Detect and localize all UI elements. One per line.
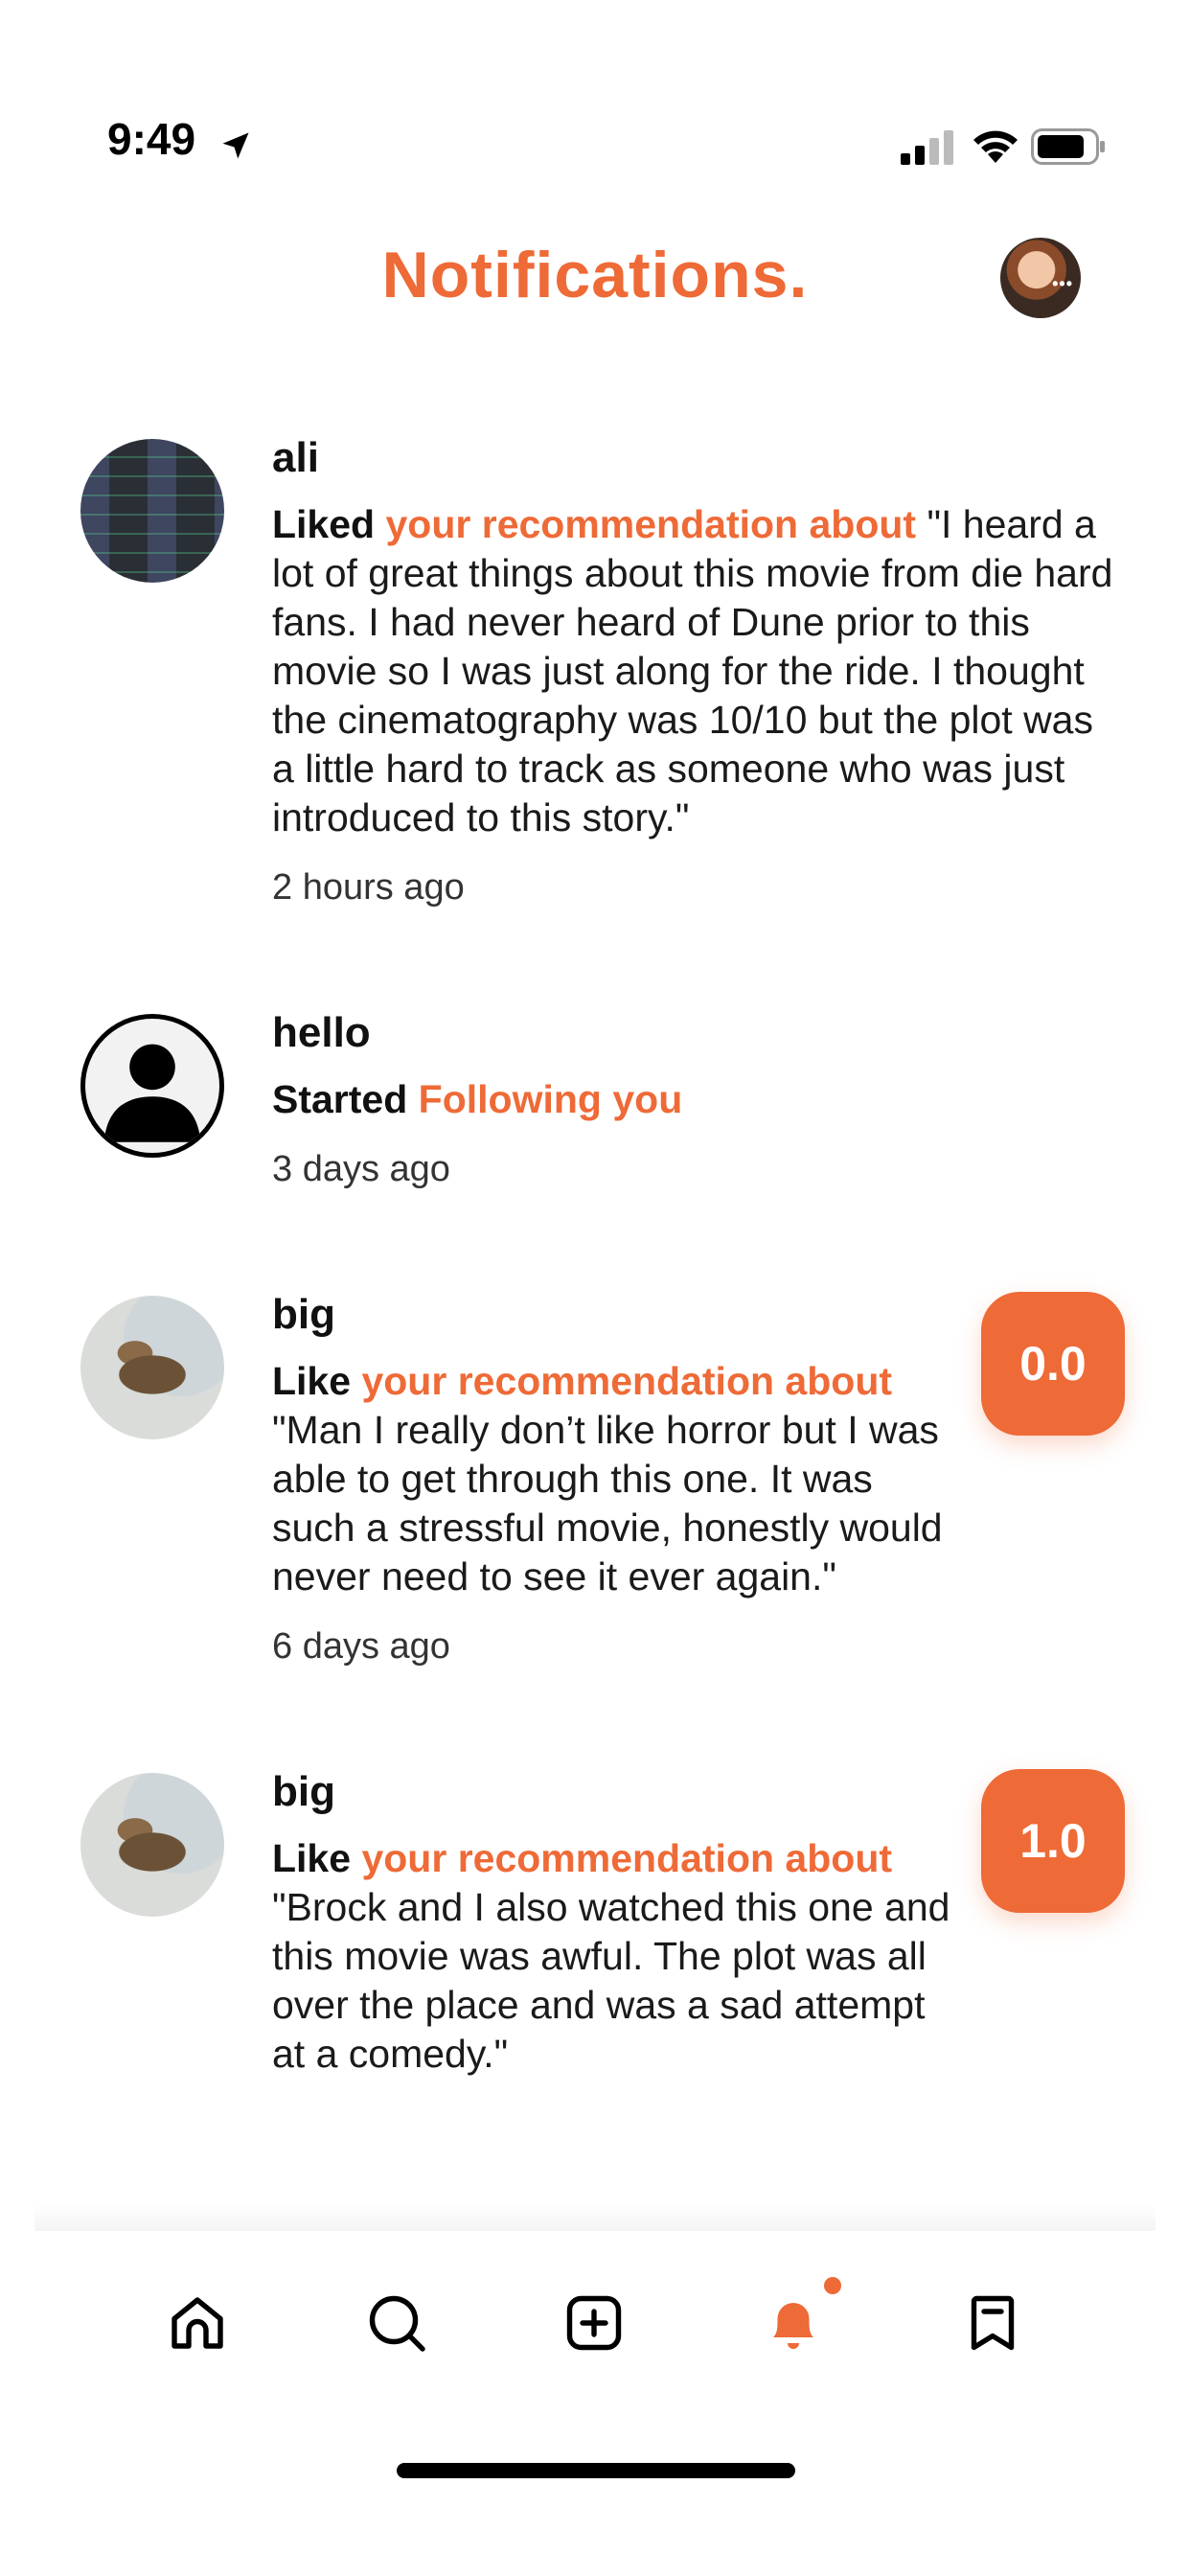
status-time: 9:49 — [107, 114, 196, 164]
notification-action: Like — [272, 1836, 352, 1880]
more-icon: ••• — [1052, 274, 1073, 293]
user-avatar[interactable] — [80, 1296, 224, 1439]
notification-item[interactable]: hello Started Following you 3 days ago — [0, 1004, 1190, 1190]
notification-message: Like your recommendation about "Man I re… — [272, 1357, 960, 1601]
recommendation-link[interactable]: your recommendation about — [361, 1359, 892, 1403]
tab-bar-divider — [34, 2204, 1156, 2233]
location-arrow-icon — [222, 132, 249, 159]
home-icon — [172, 2297, 223, 2349]
tab-home[interactable] — [163, 2288, 232, 2358]
recommendation-text: "I heard a lot of great things about thi… — [272, 502, 1113, 840]
profile-avatar[interactable]: ••• — [1000, 238, 1081, 318]
notification-time: 6 days ago — [272, 1626, 450, 1667]
recommendation-link[interactable]: your recommendation about — [361, 1836, 892, 1880]
tab-add[interactable] — [560, 2288, 629, 2358]
status-bar: 9:49 — [0, 0, 1190, 165]
notification-action: Started — [272, 1077, 408, 1121]
notification-message: Liked your recommendation about "I heard… — [272, 500, 1113, 842]
notification-message: Started Following you — [272, 1075, 1113, 1124]
notification-item[interactable]: big Like your recommendation about "Broc… — [0, 1763, 1190, 2079]
bookmark-icon — [971, 2295, 1015, 2351]
notification-item[interactable]: ali Liked your recommendation about "I h… — [0, 429, 1190, 908]
follow-link[interactable]: Following you — [419, 1077, 683, 1121]
notification-username[interactable]: ali — [272, 429, 1113, 487]
battery-icon — [1031, 128, 1105, 165]
notification-username[interactable]: big — [272, 1286, 960, 1344]
cellular-signal-icon — [901, 130, 953, 165]
user-avatar[interactable] — [80, 1014, 224, 1158]
score-badge[interactable]: 0.0 — [981, 1292, 1125, 1436]
bell-icon — [773, 2303, 813, 2349]
tab-bookmarks[interactable] — [958, 2288, 1027, 2358]
user-avatar[interactable] — [80, 439, 224, 583]
notification-username[interactable]: big — [272, 1763, 960, 1821]
home-indicator — [397, 2463, 795, 2478]
notification-time: 2 hours ago — [272, 867, 465, 908]
add-icon — [566, 2295, 622, 2351]
notification-action: Liked — [272, 502, 376, 546]
default-person-icon — [103, 1044, 201, 1142]
wifi-icon — [973, 130, 1018, 163]
notification-time: 3 days ago — [272, 1149, 450, 1189]
recommendation-link[interactable]: your recommendation about — [386, 502, 917, 546]
recommendation-text: "Man I really don’t like horror but I wa… — [272, 1408, 943, 1598]
score-badge[interactable]: 1.0 — [981, 1769, 1125, 1913]
tab-notifications[interactable] — [759, 2288, 828, 2358]
notification-message: Like your recommendation about "Brock an… — [272, 1834, 960, 2079]
tab-bar — [0, 2231, 1190, 2576]
tab-search[interactable] — [362, 2288, 431, 2358]
notification-action: Like — [272, 1359, 352, 1403]
user-avatar[interactable] — [80, 1773, 224, 1917]
recommendation-text: "Brock and I also watched this one and t… — [272, 1885, 950, 2076]
search-icon — [369, 2295, 425, 2352]
notification-dot — [824, 2277, 841, 2294]
notification-list[interactable]: ali Liked your recommendation about "I h… — [0, 429, 1190, 2221]
notification-item[interactable]: big Like your recommendation about "Man … — [0, 1286, 1190, 1668]
notification-username[interactable]: hello — [272, 1004, 1113, 1062]
